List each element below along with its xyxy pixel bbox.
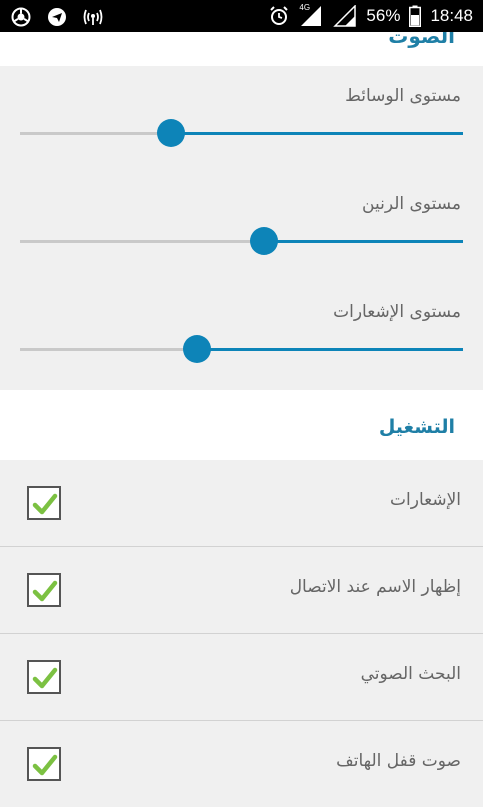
voice-search-checkbox[interactable] (27, 660, 61, 694)
ringer-volume-slider[interactable] (20, 227, 463, 255)
status-bar: 4G 56% 18:48 (0, 0, 483, 32)
notification-volume-label: مستوى الإشعارات (333, 302, 461, 322)
notification-volume-fill (197, 348, 463, 351)
chrome-icon (10, 6, 32, 28)
lock-sound-label: صوت قفل الهاتف (336, 751, 461, 771)
playback-section-title: التشغيل (378, 416, 455, 438)
show-caller-name-label: إظهار الاسم عند الاتصال (289, 577, 461, 597)
hotspot-icon (82, 6, 104, 28)
lock-sound-row[interactable]: صوت قفل الهاتف (0, 721, 483, 807)
notification-volume-thumb[interactable] (183, 335, 212, 363)
media-volume-row: مستوى الوسائط (0, 66, 483, 175)
checkmark-icon (32, 580, 58, 602)
voice-search-label: البحث الصوتي (360, 664, 461, 684)
media-volume-label: مستوى الوسائط (345, 86, 461, 106)
ringer-volume-label: مستوى الرنين (362, 194, 461, 214)
sound-section-title: الصوت (388, 32, 455, 48)
playback-section-header: التشغيل (0, 390, 483, 460)
network-type-label: 4G (299, 3, 311, 12)
lock-sound-checkbox[interactable] (27, 747, 61, 781)
show-caller-name-row[interactable]: إظهار الاسم عند الاتصال (0, 547, 483, 634)
ringer-volume-row: مستوى الرنين (0, 174, 483, 283)
clock: 18:48 (430, 6, 473, 25)
sound-section-header: الصوت (0, 32, 483, 66)
notifications-checkbox[interactable] (27, 486, 61, 520)
battery-icon (408, 5, 422, 27)
media-volume-thumb[interactable] (156, 119, 185, 147)
notification-volume-slider[interactable] (20, 335, 463, 363)
signal-icon-2 (332, 5, 358, 27)
battery-percent: 56% (366, 6, 401, 25)
ringer-volume-fill (263, 240, 463, 243)
media-volume-slider[interactable] (20, 119, 463, 147)
notification-volume-row: مستوى الإشعارات (0, 282, 483, 391)
ringer-volume-thumb[interactable] (249, 227, 278, 255)
checkmark-icon (32, 493, 58, 515)
checkmark-icon (32, 754, 58, 776)
telegram-icon (46, 6, 68, 28)
notifications-label: الإشعارات (390, 490, 461, 510)
notifications-row[interactable]: الإشعارات (0, 460, 483, 547)
alarm-icon (268, 5, 290, 27)
show-caller-name-checkbox[interactable] (27, 573, 61, 607)
media-volume-fill (170, 132, 463, 135)
voice-search-row[interactable]: البحث الصوتي (0, 634, 483, 721)
checkmark-icon (32, 667, 58, 689)
signal-icon: 4G (298, 3, 324, 27)
